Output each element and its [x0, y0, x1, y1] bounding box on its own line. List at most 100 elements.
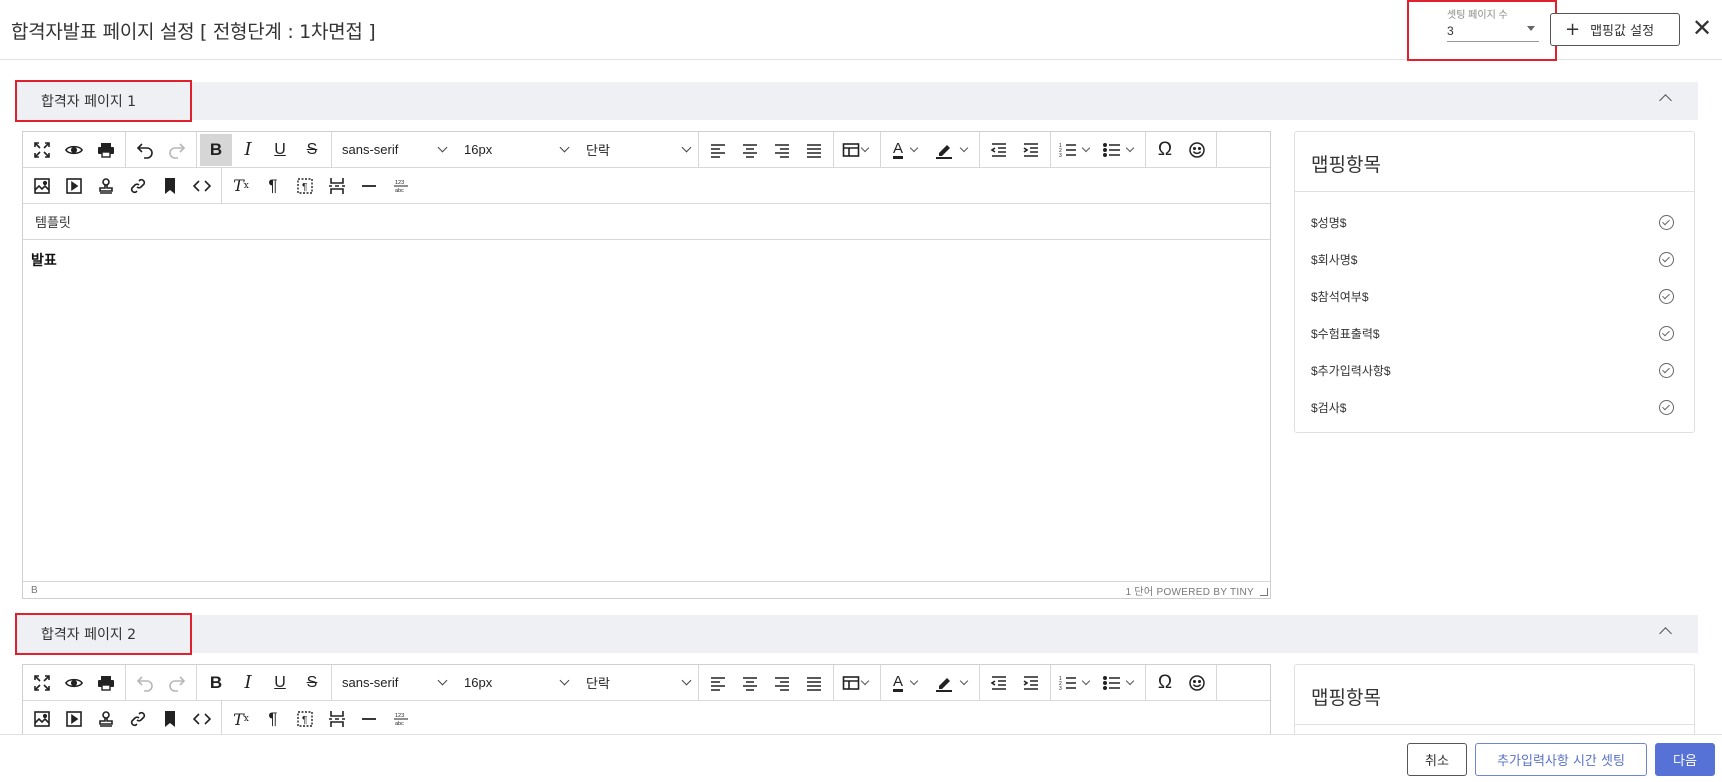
word-count-icon[interactable]: 123 abc: [385, 170, 417, 202]
numbered-list-icon[interactable]: 123: [1054, 667, 1098, 699]
undo-icon[interactable]: [129, 134, 161, 166]
emoji-icon[interactable]: [1181, 667, 1213, 699]
align-center-icon[interactable]: [734, 134, 766, 166]
chevron-up-icon[interactable]: [1659, 94, 1672, 107]
redo-icon[interactable]: [161, 667, 193, 699]
page-break-icon[interactable]: [321, 703, 353, 735]
highlight-color-icon[interactable]: [930, 134, 976, 166]
visual-blocks-icon[interactable]: ¶: [289, 170, 321, 202]
check-circle-icon[interactable]: [1659, 400, 1674, 415]
clear-format-icon[interactable]: Tx: [225, 170, 257, 202]
bookmark-icon[interactable]: [154, 170, 186, 202]
next-button[interactable]: 다음: [1655, 743, 1715, 776]
source-code-icon[interactable]: [186, 170, 218, 202]
italic-icon[interactable]: I: [232, 134, 264, 166]
print-icon[interactable]: [90, 667, 122, 699]
align-center-icon[interactable]: [734, 667, 766, 699]
page-count-value[interactable]: 3: [1447, 22, 1539, 42]
block-format-dropdown[interactable]: 단락: [576, 667, 698, 699]
text-color-icon[interactable]: A: [884, 134, 930, 166]
indent-icon[interactable]: [1015, 667, 1047, 699]
strikethrough-icon[interactable]: S: [296, 667, 328, 699]
check-circle-icon[interactable]: [1659, 363, 1674, 378]
image-icon[interactable]: [26, 170, 58, 202]
close-icon[interactable]: ✕: [1692, 14, 1712, 43]
mapping-item[interactable]: $참석여부$: [1295, 278, 1694, 315]
align-left-icon[interactable]: [702, 134, 734, 166]
mapping-settings-button[interactable]: + 맵핑값 설정: [1550, 13, 1680, 46]
italic-icon[interactable]: I: [232, 667, 264, 699]
redo-icon[interactable]: [161, 134, 193, 166]
bookmark-icon[interactable]: [154, 703, 186, 735]
clear-format-icon[interactable]: Tx: [225, 703, 257, 735]
visual-blocks-icon[interactable]: ¶: [289, 703, 321, 735]
mapping-item[interactable]: $검사$: [1295, 389, 1694, 426]
check-circle-icon[interactable]: [1659, 252, 1674, 267]
undo-icon[interactable]: [129, 667, 161, 699]
mapping-item[interactable]: $추가입력사항$: [1295, 352, 1694, 389]
source-code-icon[interactable]: [186, 703, 218, 735]
font-size-dropdown[interactable]: 16px: [454, 667, 576, 699]
align-right-icon[interactable]: [766, 667, 798, 699]
block-format-dropdown[interactable]: 단락: [576, 134, 698, 166]
underline-icon[interactable]: U: [264, 134, 296, 166]
table-icon[interactable]: [837, 667, 877, 699]
word-count-icon[interactable]: 123 abc: [385, 703, 417, 735]
link-icon[interactable]: [122, 170, 154, 202]
mapping-item[interactable]: $성명$: [1295, 204, 1694, 241]
align-left-icon[interactable]: [702, 667, 734, 699]
bold-icon[interactable]: B: [200, 133, 232, 166]
indent-icon[interactable]: [1015, 134, 1047, 166]
preview-eye-icon[interactable]: [58, 134, 90, 166]
table-icon[interactable]: [837, 134, 877, 166]
mapping-item[interactable]: $수험표출력$: [1295, 315, 1694, 352]
media-play-icon[interactable]: [58, 170, 90, 202]
menu-template[interactable]: 템플릿: [35, 212, 71, 231]
cancel-button[interactable]: 취소: [1407, 743, 1467, 776]
underline-icon[interactable]: U: [264, 667, 296, 699]
editor-content-area[interactable]: 발표: [23, 240, 1270, 581]
stamp-icon[interactable]: [90, 703, 122, 735]
element-path[interactable]: B: [31, 585, 38, 596]
align-justify-icon[interactable]: [798, 667, 830, 699]
numbered-list-icon[interactable]: 123: [1054, 134, 1098, 166]
horizontal-line-icon[interactable]: [353, 170, 385, 202]
stamp-icon[interactable]: [90, 170, 122, 202]
chevron-up-icon[interactable]: [1659, 627, 1672, 640]
preview-eye-icon[interactable]: [58, 667, 90, 699]
highlight-color-icon[interactable]: [930, 667, 976, 699]
section-header-page-1[interactable]: 합격자 페이지 1: [15, 80, 1698, 122]
font-size-dropdown[interactable]: 16px: [454, 134, 576, 166]
paragraph-mark-icon[interactable]: ¶: [257, 703, 289, 735]
font-family-dropdown[interactable]: sans-serif: [332, 134, 454, 166]
special-char-omega-icon[interactable]: Ω: [1149, 134, 1181, 166]
text-color-icon[interactable]: A: [884, 667, 930, 699]
check-circle-icon[interactable]: [1659, 215, 1674, 230]
emoji-icon[interactable]: [1181, 134, 1213, 166]
link-icon[interactable]: [122, 703, 154, 735]
page-break-icon[interactable]: [321, 170, 353, 202]
bold-icon[interactable]: B: [200, 667, 232, 699]
outdent-icon[interactable]: [983, 667, 1015, 699]
check-circle-icon[interactable]: [1659, 326, 1674, 341]
bullet-list-icon[interactable]: [1098, 134, 1142, 166]
mapping-item[interactable]: $회사명$: [1295, 241, 1694, 278]
align-right-icon[interactable]: [766, 134, 798, 166]
resize-handle-icon[interactable]: [1260, 588, 1268, 596]
image-icon[interactable]: [26, 703, 58, 735]
outdent-icon[interactable]: [983, 134, 1015, 166]
align-justify-icon[interactable]: [798, 134, 830, 166]
print-icon[interactable]: [90, 134, 122, 166]
page-count-select[interactable]: 셋팅 페이지 수 3: [1407, 0, 1557, 61]
check-circle-icon[interactable]: [1659, 289, 1674, 304]
paragraph-mark-icon[interactable]: ¶: [257, 170, 289, 202]
font-family-dropdown[interactable]: sans-serif: [332, 667, 454, 699]
bullet-list-icon[interactable]: [1098, 667, 1142, 699]
media-play-icon[interactable]: [58, 703, 90, 735]
horizontal-line-icon[interactable]: [353, 703, 385, 735]
fullscreen-icon[interactable]: [26, 134, 58, 166]
special-char-omega-icon[interactable]: Ω: [1149, 667, 1181, 699]
strikethrough-icon[interactable]: S: [296, 134, 328, 166]
fullscreen-icon[interactable]: [26, 667, 58, 699]
section-header-page-2[interactable]: 합격자 페이지 2: [15, 613, 1698, 655]
